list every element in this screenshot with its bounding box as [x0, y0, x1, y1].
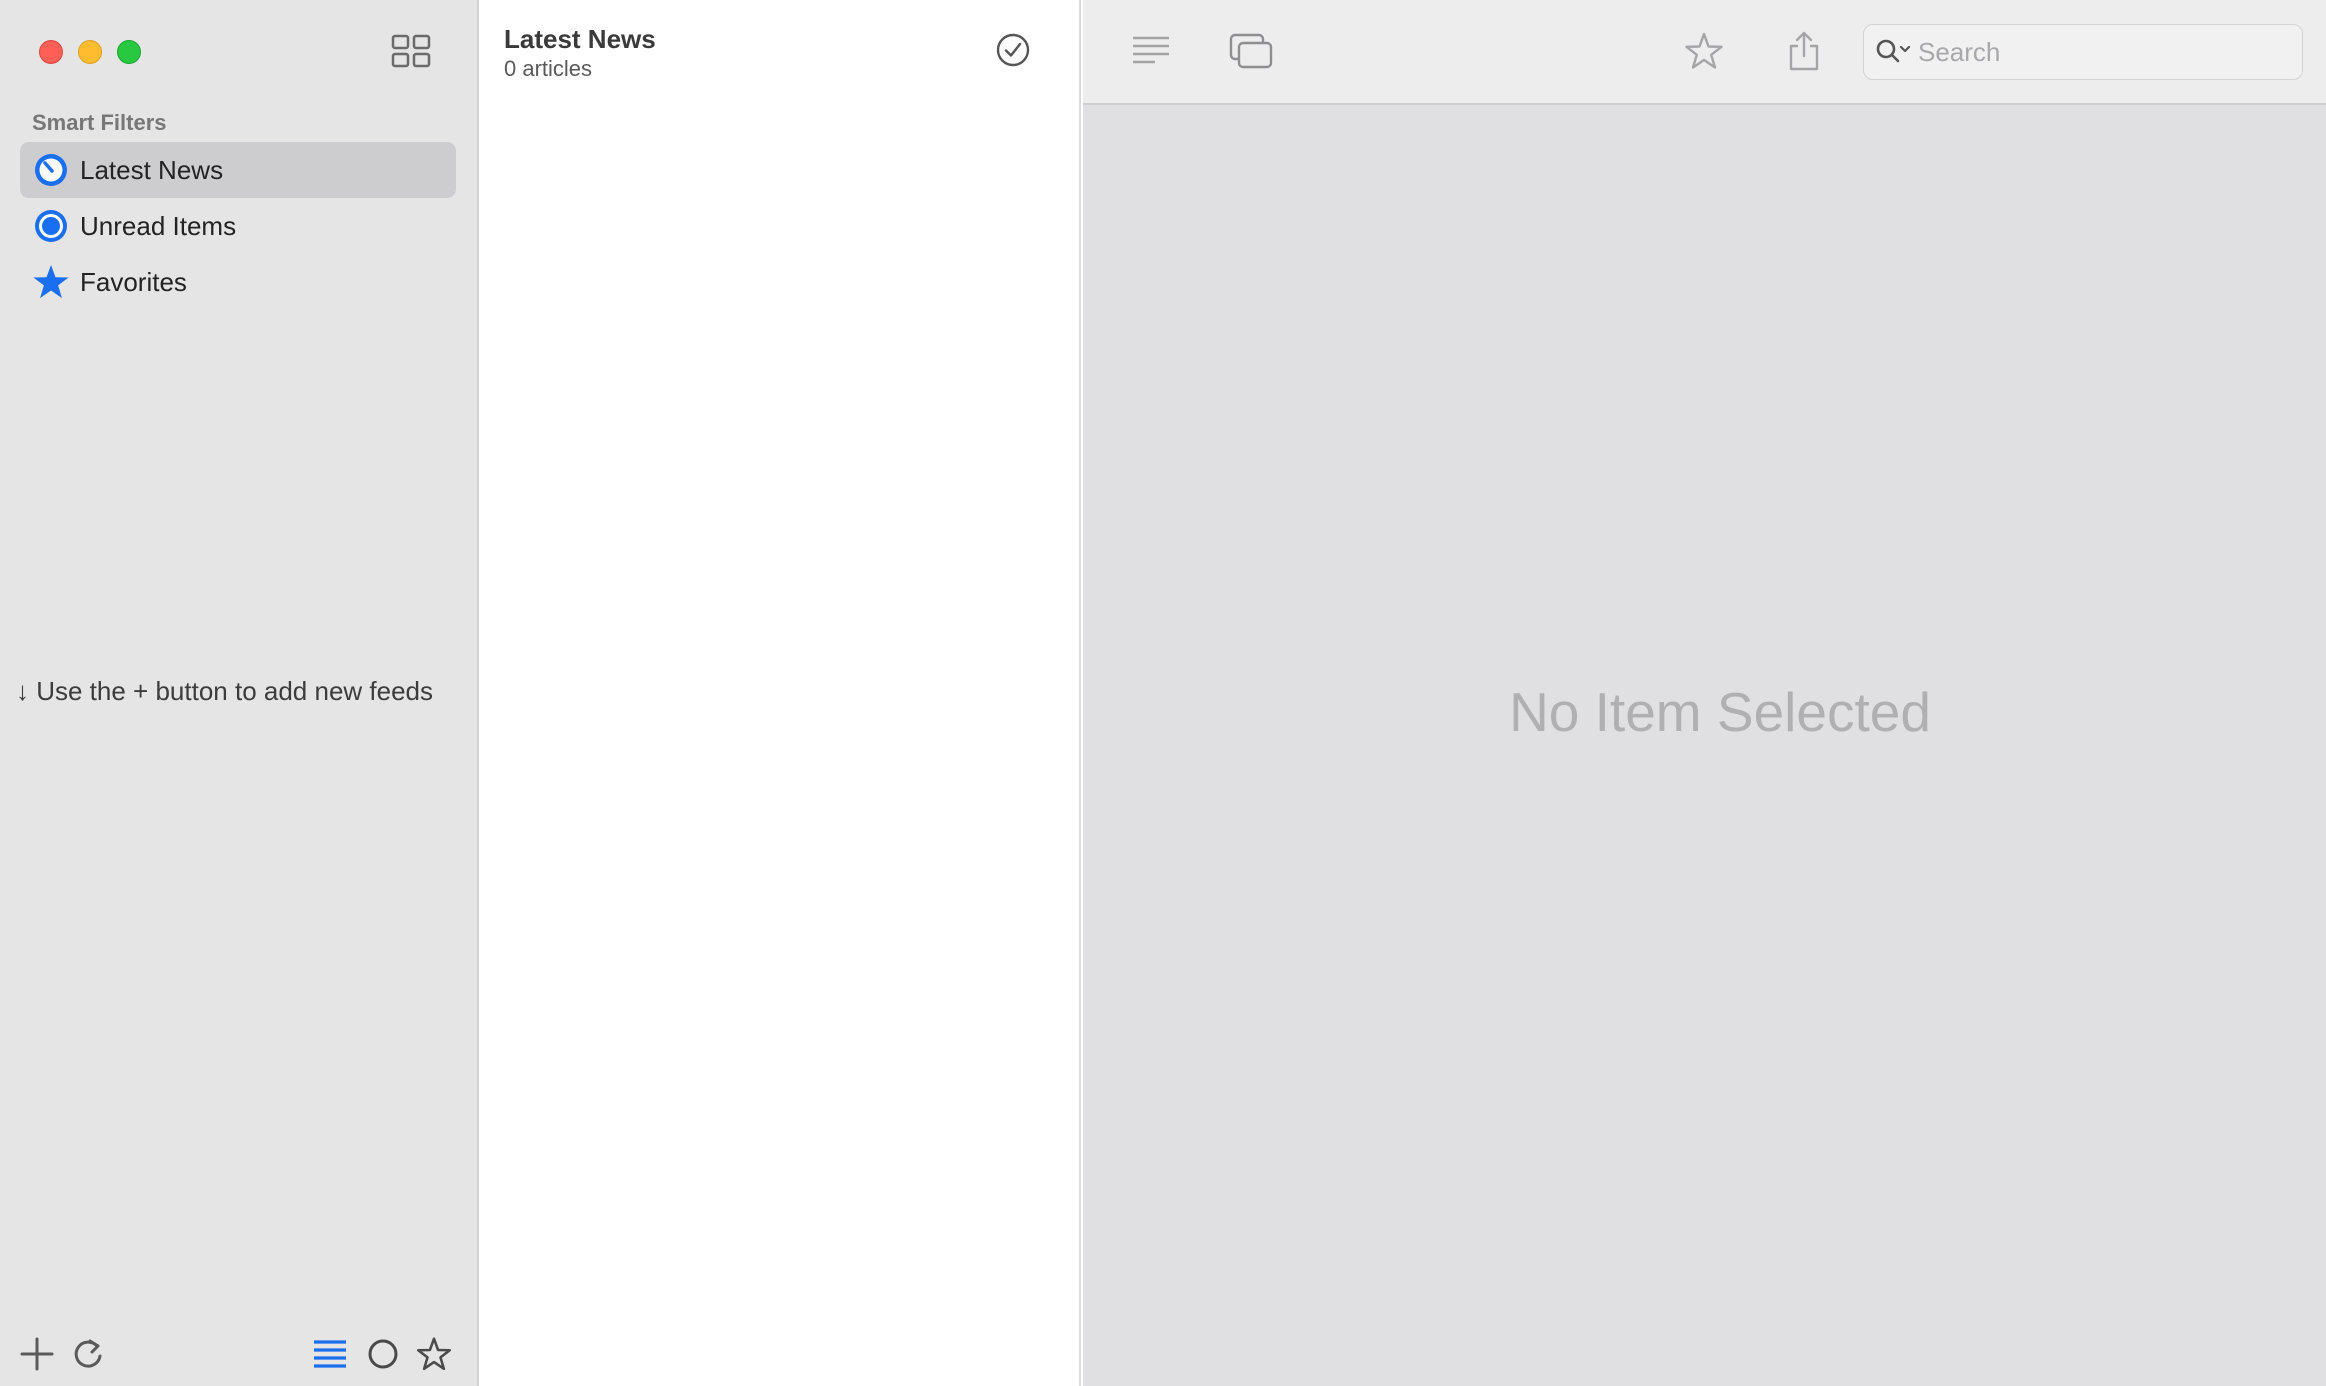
favorite-article-button[interactable]	[1680, 28, 1728, 74]
article-list-pane: Latest News 0 articles	[481, 0, 1081, 1386]
zoom-window-button[interactable]	[117, 40, 141, 64]
refresh-icon	[74, 1339, 102, 1368]
share-button[interactable]	[1780, 28, 1828, 74]
open-in-browser-button[interactable]	[1227, 28, 1275, 74]
star-outline-icon	[416, 1337, 452, 1371]
close-window-button[interactable]	[39, 40, 63, 64]
detail-pane: No Item Selected	[1083, 0, 2326, 1386]
search-icon[interactable]	[1874, 32, 1918, 72]
star-icon	[32, 263, 70, 301]
empty-state-message: No Item Selected	[1509, 681, 1931, 743]
clock-icon	[32, 151, 70, 189]
toolbar	[1083, 0, 2326, 105]
circle-icon	[368, 1339, 398, 1369]
app-window: Smart Filters Latest News Unread Items F…	[0, 0, 2326, 1386]
mark-all-read-button[interactable]	[995, 32, 1031, 68]
sidebar: Smart Filters Latest News Unread Items F…	[0, 0, 479, 1386]
plus-icon	[20, 1337, 54, 1371]
filter-favorites-button[interactable]	[414, 1334, 454, 1374]
add-feeds-hint: ↓ Use the + button to add new feeds	[16, 676, 434, 706]
sidebar-item-label: Latest News	[80, 154, 224, 185]
add-feed-button[interactable]	[17, 1334, 57, 1374]
windows-icon	[1229, 33, 1273, 69]
search-field[interactable]	[1863, 24, 2303, 80]
reader-view-button[interactable]	[1127, 28, 1175, 74]
star-outline-icon	[1685, 32, 1723, 69]
refresh-button[interactable]	[68, 1334, 108, 1374]
sidebar-item-favorites[interactable]: Favorites	[20, 254, 456, 310]
sidebar-item-unread-items[interactable]: Unread Items	[20, 198, 456, 254]
list-title: Latest News	[504, 24, 656, 54]
sidebar-item-latest-news[interactable]: Latest News	[20, 142, 456, 198]
unread-circle-icon	[32, 207, 70, 245]
minimize-window-button[interactable]	[78, 40, 102, 64]
checkmark-circle-icon	[996, 33, 1030, 67]
search-input[interactable]	[1918, 36, 2258, 68]
text-lines-icon	[1133, 36, 1169, 64]
filter-unread-button[interactable]	[363, 1334, 403, 1374]
share-icon	[1789, 31, 1819, 71]
grid-view-icon[interactable]	[390, 33, 432, 69]
sidebar-item-label: Favorites	[80, 266, 187, 297]
list-lines-icon	[314, 1340, 346, 1368]
window-controls	[39, 40, 141, 64]
filter-all-button[interactable]	[310, 1334, 350, 1374]
article-count: 0 articles	[504, 56, 593, 81]
smart-filters-heading: Smart Filters	[32, 110, 167, 135]
sidebar-bottom-bar	[0, 1326, 477, 1386]
sidebar-item-label: Unread Items	[80, 210, 237, 241]
